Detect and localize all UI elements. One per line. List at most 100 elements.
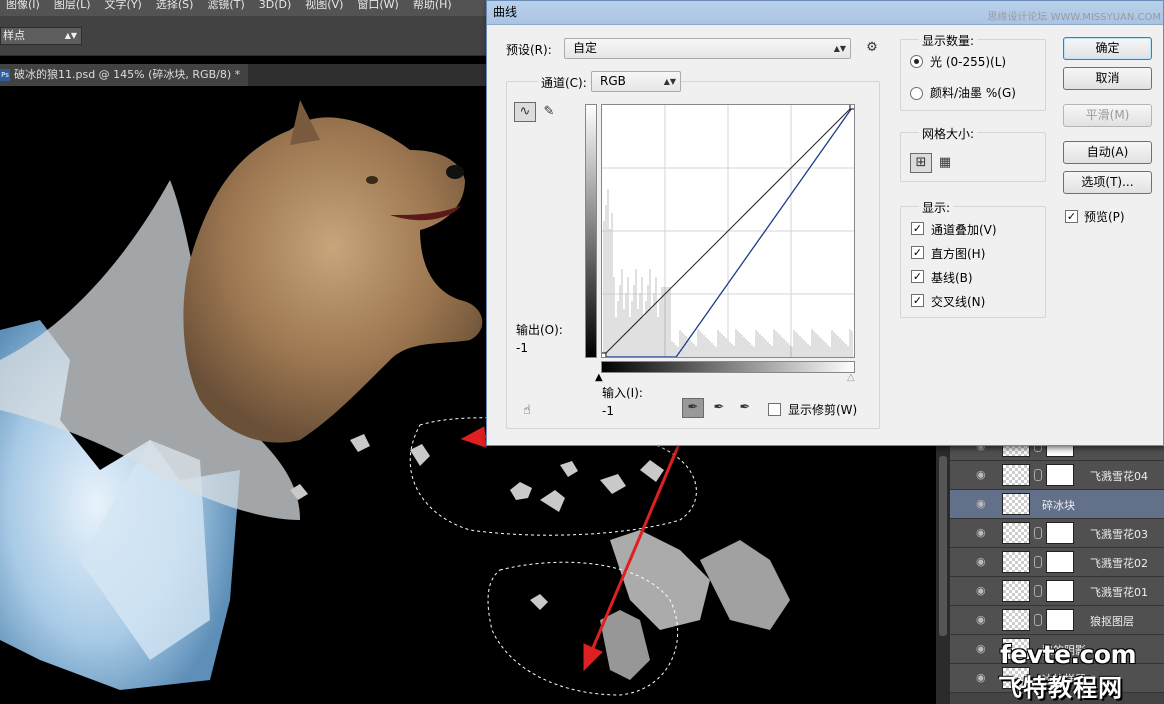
- layer-thumbnail: [1002, 551, 1030, 573]
- layer-row[interactable]: ◉ 碎冰块: [950, 490, 1164, 519]
- layer-mask-thumbnail[interactable]: [1046, 522, 1074, 544]
- link-icon[interactable]: [1034, 614, 1042, 626]
- pencil-icon[interactable]: ✎: [538, 102, 560, 122]
- watermark-line1: fevte.com: [1000, 640, 1137, 669]
- curve-graph-svg: [600, 103, 856, 359]
- light-radio-label: 光 (0-255)(L): [930, 55, 1007, 69]
- link-icon[interactable]: [1034, 585, 1042, 597]
- layer-name: 飞溅雪花03: [1090, 528, 1148, 541]
- histogram-checkbox[interactable]: ✓: [911, 246, 924, 259]
- menu-item-0[interactable]: 图像(I): [0, 0, 48, 11]
- layer-mask-thumbnail[interactable]: [1046, 464, 1074, 486]
- layer-row[interactable]: ◉ 飞溅雪花01: [950, 577, 1164, 606]
- layer-mask-thumbnail[interactable]: [1046, 551, 1074, 573]
- smooth-button[interactable]: 平滑(M): [1063, 104, 1152, 127]
- link-icon[interactable]: [1034, 469, 1042, 481]
- eye-icon[interactable]: ◉: [976, 614, 990, 626]
- layer-name: 狼抠图层: [1090, 615, 1134, 628]
- menu-item-6[interactable]: 视图(V): [299, 0, 351, 11]
- eye-icon[interactable]: ◉: [976, 672, 990, 684]
- menu-item-1[interactable]: 图层(L): [48, 0, 99, 11]
- menu-item-5[interactable]: 3D(D): [253, 0, 300, 11]
- channel-select[interactable]: RGB ▲▼: [591, 71, 681, 92]
- auto-button[interactable]: 自动(A): [1063, 141, 1152, 164]
- document-tab-label: 破冰的狼11.psd @ 145% (碎冰块, RGB/8) *: [14, 68, 241, 81]
- menu-item-7[interactable]: 窗口(W): [351, 0, 406, 11]
- pigment-radio[interactable]: [910, 87, 923, 100]
- show-clipping-checkbox[interactable]: [768, 403, 781, 416]
- black-eyedropper-icon[interactable]: ✒: [682, 398, 704, 418]
- curve-tool-icon[interactable]: ∿: [514, 102, 536, 122]
- eye-icon[interactable]: ◉: [976, 556, 990, 568]
- eye-icon[interactable]: ◉: [976, 585, 990, 597]
- layer-name: 飞溅雪花04: [1090, 470, 1148, 483]
- curve-point-white[interactable]: [849, 103, 856, 110]
- channel-overlay-checkbox[interactable]: ✓: [911, 222, 924, 235]
- channel-value: RGB: [600, 74, 626, 88]
- eye-icon[interactable]: ◉: [976, 498, 990, 510]
- layer-thumbnail: [1002, 580, 1030, 602]
- layer-row[interactable]: ◉ 飞溅雪花02: [950, 548, 1164, 577]
- layer-name: 飞溅雪花01: [1090, 586, 1148, 599]
- sample-size-select[interactable]: 样点 ▲▼: [0, 27, 82, 45]
- output-label: 输出(O):: [516, 323, 563, 337]
- grid-size-title: 网格大小:: [919, 125, 978, 142]
- ok-button[interactable]: 确定: [1063, 37, 1152, 60]
- dialog-titlebar[interactable]: 曲线 思缘设计论坛 WWW.MISSYUAN.COM: [487, 1, 1163, 25]
- grid-10x10-icon[interactable]: ▦: [934, 153, 956, 173]
- watermark-line2: 飞特教程网: [998, 674, 1123, 702]
- layer-mask-thumbnail[interactable]: [1046, 580, 1074, 602]
- ps-file-icon: Ps: [0, 69, 10, 81]
- layer-row[interactable]: ◉ 狼抠图层: [950, 606, 1164, 635]
- intersection-line-checkbox[interactable]: ✓: [911, 294, 924, 307]
- document-tab[interactable]: Ps 破冰的狼11.psd @ 145% (碎冰块, RGB/8) *: [0, 64, 249, 86]
- layer-row[interactable]: ◉ 飞溅雪花04: [950, 461, 1164, 490]
- baseline-label: 基线(B): [931, 271, 973, 285]
- histogram-label: 直方图(H): [931, 247, 986, 261]
- baseline-checkbox[interactable]: ✓: [911, 270, 924, 283]
- options-button[interactable]: 选项(T)...: [1063, 171, 1152, 194]
- preview-checkbox[interactable]: ✓: [1065, 210, 1078, 223]
- menu-item-3[interactable]: 选择(S): [150, 0, 202, 11]
- layer-thumbnail: [1002, 464, 1030, 486]
- menu-item-4[interactable]: 滤镜(T): [201, 0, 252, 11]
- link-icon[interactable]: [1034, 556, 1042, 568]
- gray-eyedropper-icon[interactable]: ✒: [708, 398, 730, 418]
- menu-item-2[interactable]: 文字(Y): [99, 0, 150, 11]
- eye-icon[interactable]: ◉: [976, 643, 990, 655]
- eye-icon[interactable]: ◉: [976, 527, 990, 539]
- preview-label: 预览(P): [1084, 210, 1125, 224]
- intersection-line-label: 交叉线(N): [931, 295, 986, 309]
- black-slider-icon[interactable]: ▲: [595, 372, 603, 383]
- layer-thumbnail: [1002, 522, 1030, 544]
- curve-point-black[interactable]: [600, 352, 607, 359]
- preset-label: 预设(R):: [506, 43, 552, 57]
- eye-icon[interactable]: ◉: [976, 469, 990, 481]
- target-adjust-hand-icon[interactable]: ☝: [516, 401, 538, 421]
- input-gradient: [601, 361, 855, 373]
- white-eyedropper-icon[interactable]: ✒: [734, 398, 756, 418]
- wolf-nose: [446, 165, 464, 179]
- layer-thumbnail: [1002, 493, 1030, 515]
- preset-value: 自定: [573, 41, 598, 55]
- layer-name: 碎冰块: [1042, 499, 1075, 512]
- layer-row[interactable]: ◉ 飞溅雪花03: [950, 519, 1164, 548]
- menu-item-8[interactable]: 帮助(H): [407, 0, 460, 11]
- grid-4x4-icon[interactable]: ⊞: [910, 153, 932, 173]
- layers-scrollbar[interactable]: [936, 446, 950, 704]
- curve-graph[interactable]: [600, 103, 856, 359]
- light-radio[interactable]: [910, 55, 923, 68]
- white-slider-icon[interactable]: △: [847, 372, 855, 383]
- cancel-button[interactable]: 取消: [1063, 67, 1152, 90]
- chevron-updown-icon: ▲▼: [833, 44, 846, 53]
- preset-gear-icon[interactable]: ⚙: [861, 38, 883, 58]
- show-title: 显示:: [919, 199, 954, 216]
- preset-select[interactable]: 自定 ▲▼: [564, 38, 851, 59]
- layer-mask-thumbnail[interactable]: [1046, 609, 1074, 631]
- show-amount-title: 显示数量:: [919, 32, 978, 49]
- scrollbar-thumb[interactable]: [939, 456, 947, 636]
- output-value: -1: [516, 341, 528, 355]
- pigment-radio-label: 颜料/油墨 %(G): [930, 86, 1016, 100]
- channel-label: 通道(C):: [538, 74, 590, 91]
- link-icon[interactable]: [1034, 527, 1042, 539]
